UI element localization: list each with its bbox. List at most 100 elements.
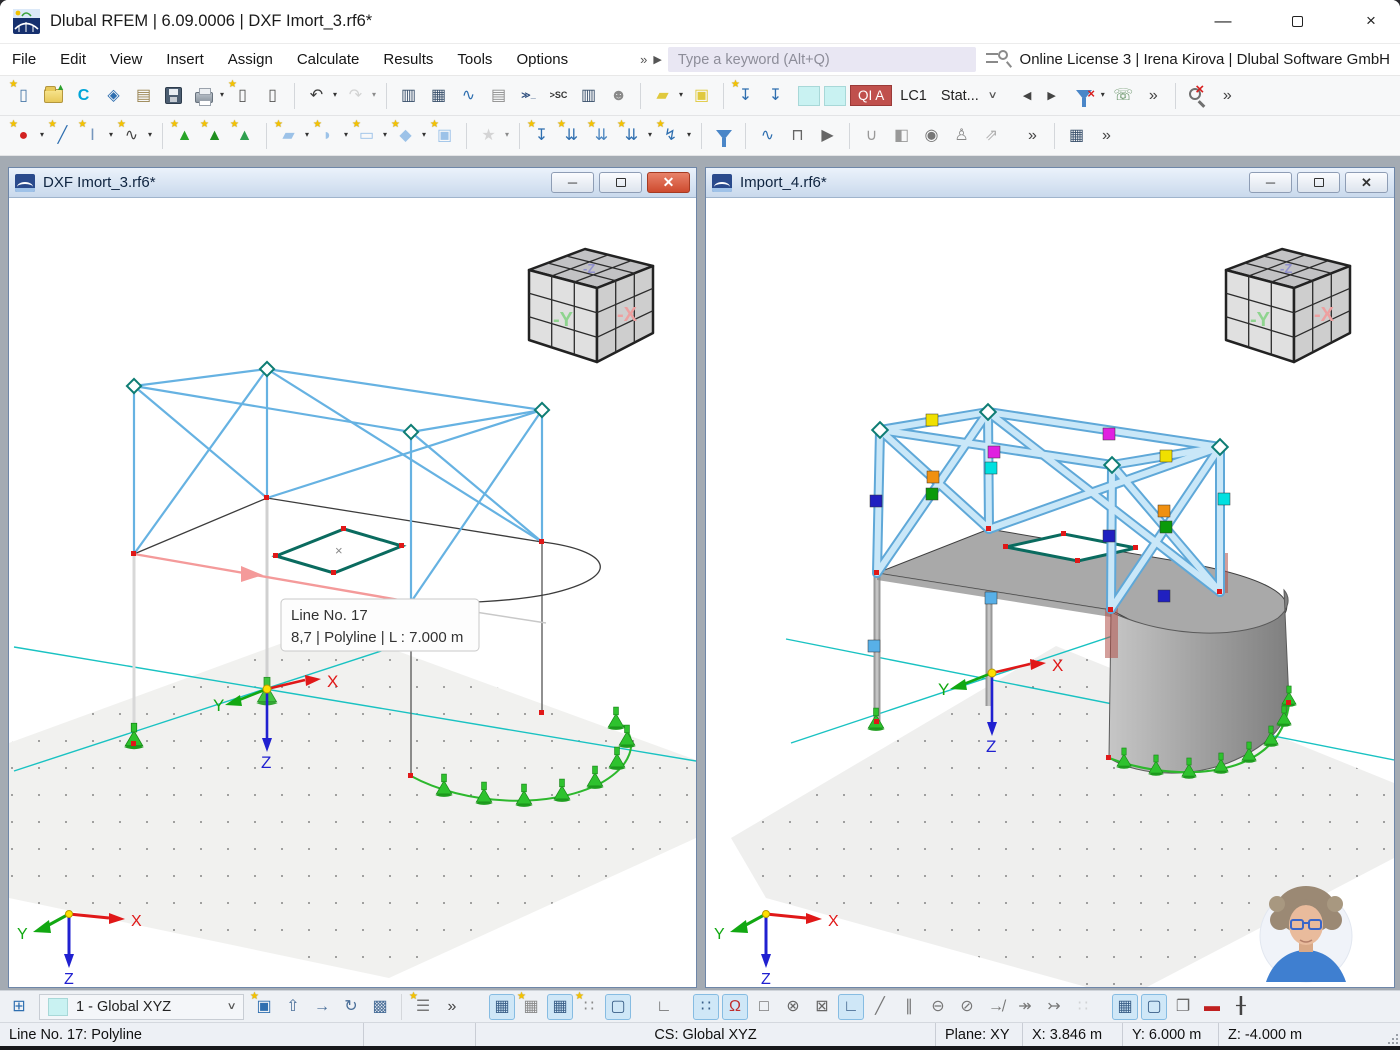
show-grid-button[interactable]: ▦ [1112,994,1138,1020]
child-title-bar-left[interactable]: DXF Imort_3.rf6* ─ ✕ [9,168,696,198]
select-objects-button[interactable]: ▢ [605,994,631,1020]
tables-window-button[interactable]: ▦ [1063,122,1090,149]
fly-mode-button[interactable]: ⇗ [978,122,1005,149]
combination-wizard-badge[interactable]: QI A [850,85,892,106]
result-diagram-button[interactable]: ∿ [754,122,781,149]
view-settings-button[interactable]: ☏ [1110,82,1137,109]
load-case-combo[interactable]: Stat...∨ [935,86,1013,106]
new-member-load-button[interactable]: ★⇊▾ [618,122,645,149]
more-tables-button[interactable]: » [1093,122,1120,149]
snap-ellipse-button[interactable]: ⊘ [954,994,980,1020]
child-restore-button[interactable] [599,172,642,193]
new-member-button[interactable]: ★Ⅰ▾ [79,122,106,149]
navigator-button[interactable]: ▥ [395,82,422,109]
new-printout-report-button[interactable]: ★▯ [229,82,256,109]
resize-grip[interactable] [1386,1023,1400,1046]
lc-color-swatch-2[interactable] [824,86,846,106]
lc-color-swatch-1[interactable] [798,86,820,106]
printout-panel-button[interactable]: ▤ [485,82,512,109]
undo-button[interactable]: ↶▾ [303,82,330,109]
comment-console-button[interactable]: ≫_ [515,82,542,109]
new-nodal-load-button[interactable]: ★↧ [528,122,555,149]
new-visibility-button[interactable]: ★☰ [410,994,436,1020]
menu-overflow-icon[interactable]: » [640,52,649,67]
more-insert-button[interactable]: » [1019,122,1046,149]
menu-run-icon[interactable]: ▶ [653,53,661,66]
result-beam-button[interactable]: ∪ [858,122,885,149]
new-line-support-button[interactable]: ★▲ [201,122,228,149]
section-button[interactable]: ⊓ [784,122,811,149]
open-model-button[interactable]: ◈ [100,82,127,109]
snap-tangent-button[interactable]: ⊖ [925,994,951,1020]
coordinate-system-combo[interactable]: 1 - Global XYZ ∨ [39,994,244,1020]
new-line-load-button[interactable]: ★⇊ [558,122,585,149]
workplane-button[interactable]: ⊞ [6,994,32,1020]
open-file-button[interactable] [40,82,67,109]
more-edit-button[interactable]: » [439,994,465,1020]
model-canvas-left[interactable]: × [9,198,696,987]
menu-item-options[interactable]: Options [504,51,580,68]
new-member-hinge-button[interactable]: ★▲ [231,122,258,149]
visibility-all-button[interactable]: ▦ [547,994,573,1020]
menu-item-view[interactable]: View [98,51,154,68]
model-canvas-right[interactable]: X Y Z X [706,198,1394,987]
new-block-button[interactable]: ★▣ [431,122,458,149]
new-nodal-support-button[interactable]: ★▲ [171,122,198,149]
copy-object-button[interactable]: ▩ [367,994,393,1020]
control-panel-button[interactable]: ▥ [575,82,602,109]
snap-cross-1-button[interactable]: ↛ [983,994,1009,1020]
snap-cross-2-button[interactable]: ↠ [1012,994,1038,1020]
snap-points-button[interactable]: ∷ [1070,994,1096,1020]
printout-report-button[interactable]: ▯ [259,82,286,109]
extrude-object-button[interactable]: ⇧ [280,994,306,1020]
new-polyline-button[interactable]: ★∿▾ [118,122,145,149]
filter-results-button[interactable] [710,122,737,149]
menu-item-results[interactable]: Results [371,51,445,68]
new-line-button[interactable]: ★╱ [49,122,76,149]
child-minimize-button[interactable]: ─ [1249,172,1292,193]
menu-item-calculate[interactable]: Calculate [285,51,372,68]
maximize-button[interactable] [1274,0,1320,42]
filter-loading-button[interactable]: ▾ [1071,82,1098,109]
next-load-case-button[interactable]: ▶ [1041,86,1061,105]
menu-item-edit[interactable]: Edit [48,51,98,68]
snap-box-cross-button[interactable]: ⊠ [809,994,835,1020]
new-visibility-2-button[interactable]: ★▦ [518,994,544,1020]
walk-through-button[interactable]: ♙ [948,122,975,149]
zoom-off-button[interactable] [1184,82,1211,109]
menu-item-insert[interactable]: Insert [154,51,216,68]
new-free-load-button[interactable]: ★↯▾ [657,122,684,149]
support-chat-button[interactable]: ☻ [605,82,632,109]
dlubal-center-button[interactable]: C [70,82,97,109]
diagrams-button[interactable]: ∿ [455,82,482,109]
new-model-button[interactable]: ★▯ [10,82,37,109]
child-restore-button[interactable] [1297,172,1340,193]
redo-button[interactable]: ↷▾ [342,82,369,109]
snap-cross-3-button[interactable]: ↣ [1041,994,1067,1020]
menu-item-assign[interactable]: Assign [216,51,285,68]
move-object-button[interactable]: → [309,994,335,1020]
import-load-button[interactable]: ↧ [762,82,789,109]
edit-note-button[interactable]: ▣ [688,82,715,109]
menu-item-tools[interactable]: Tools [445,51,504,68]
measure-button[interactable]: ╂ [1228,994,1254,1020]
snap-square-button[interactable]: □ [751,994,777,1020]
new-opening-button[interactable]: ★▭▾ [353,122,380,149]
search-icon[interactable] [986,50,1009,70]
animation-button[interactable]: ▶ [814,122,841,149]
new-surface-button[interactable]: ★▰▾ [275,122,302,149]
more-standard-button[interactable]: » [1140,82,1167,109]
model-data-button[interactable]: ▤ [130,82,157,109]
child-close-button[interactable]: ✕ [1345,172,1388,193]
snap-line-button[interactable]: ╱ [867,994,893,1020]
avatar[interactable] [1260,886,1352,982]
navigation-cube[interactable]: -Y -X -Z [1226,249,1350,362]
snap-ortho-button[interactable]: ∟ [838,994,864,1020]
menu-item-file[interactable]: File [0,51,48,68]
close-button[interactable]: × [1348,0,1394,42]
save-button[interactable] [160,82,187,109]
insert-block-button[interactable]: ★▣ [251,994,277,1020]
new-solid-button[interactable]: ★◆▾ [392,122,419,149]
new-section-button[interactable]: ★▾ [475,122,502,149]
search-input[interactable] [668,47,976,72]
